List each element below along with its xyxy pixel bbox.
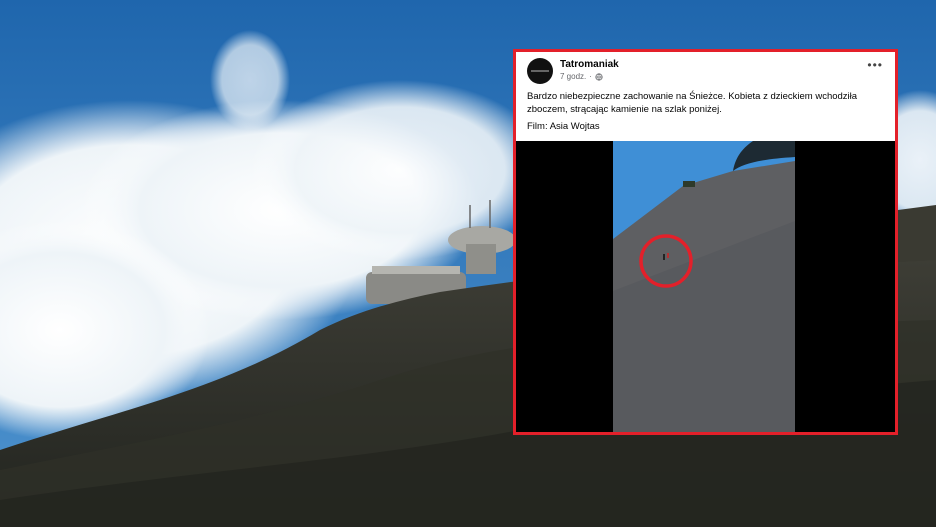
more-options-icon[interactable]: •••	[867, 59, 883, 71]
facebook-post-card: Tatromaniak 7 godz. · ••• Bardzo niebezp…	[513, 49, 898, 435]
video-player[interactable]	[516, 141, 895, 432]
post-meta: 7 godz. ·	[560, 72, 603, 81]
author-avatar[interactable]	[527, 58, 553, 84]
author-name[interactable]: Tatromaniak	[560, 59, 619, 70]
post-credit: Film: Asia Wojtas	[527, 121, 600, 132]
post-time[interactable]: 7 godz.	[560, 72, 586, 81]
globe-icon	[595, 72, 603, 81]
post-text: Bardzo niebezpieczne zachowanie na Śnież…	[527, 91, 858, 115]
video-frame	[613, 141, 795, 432]
